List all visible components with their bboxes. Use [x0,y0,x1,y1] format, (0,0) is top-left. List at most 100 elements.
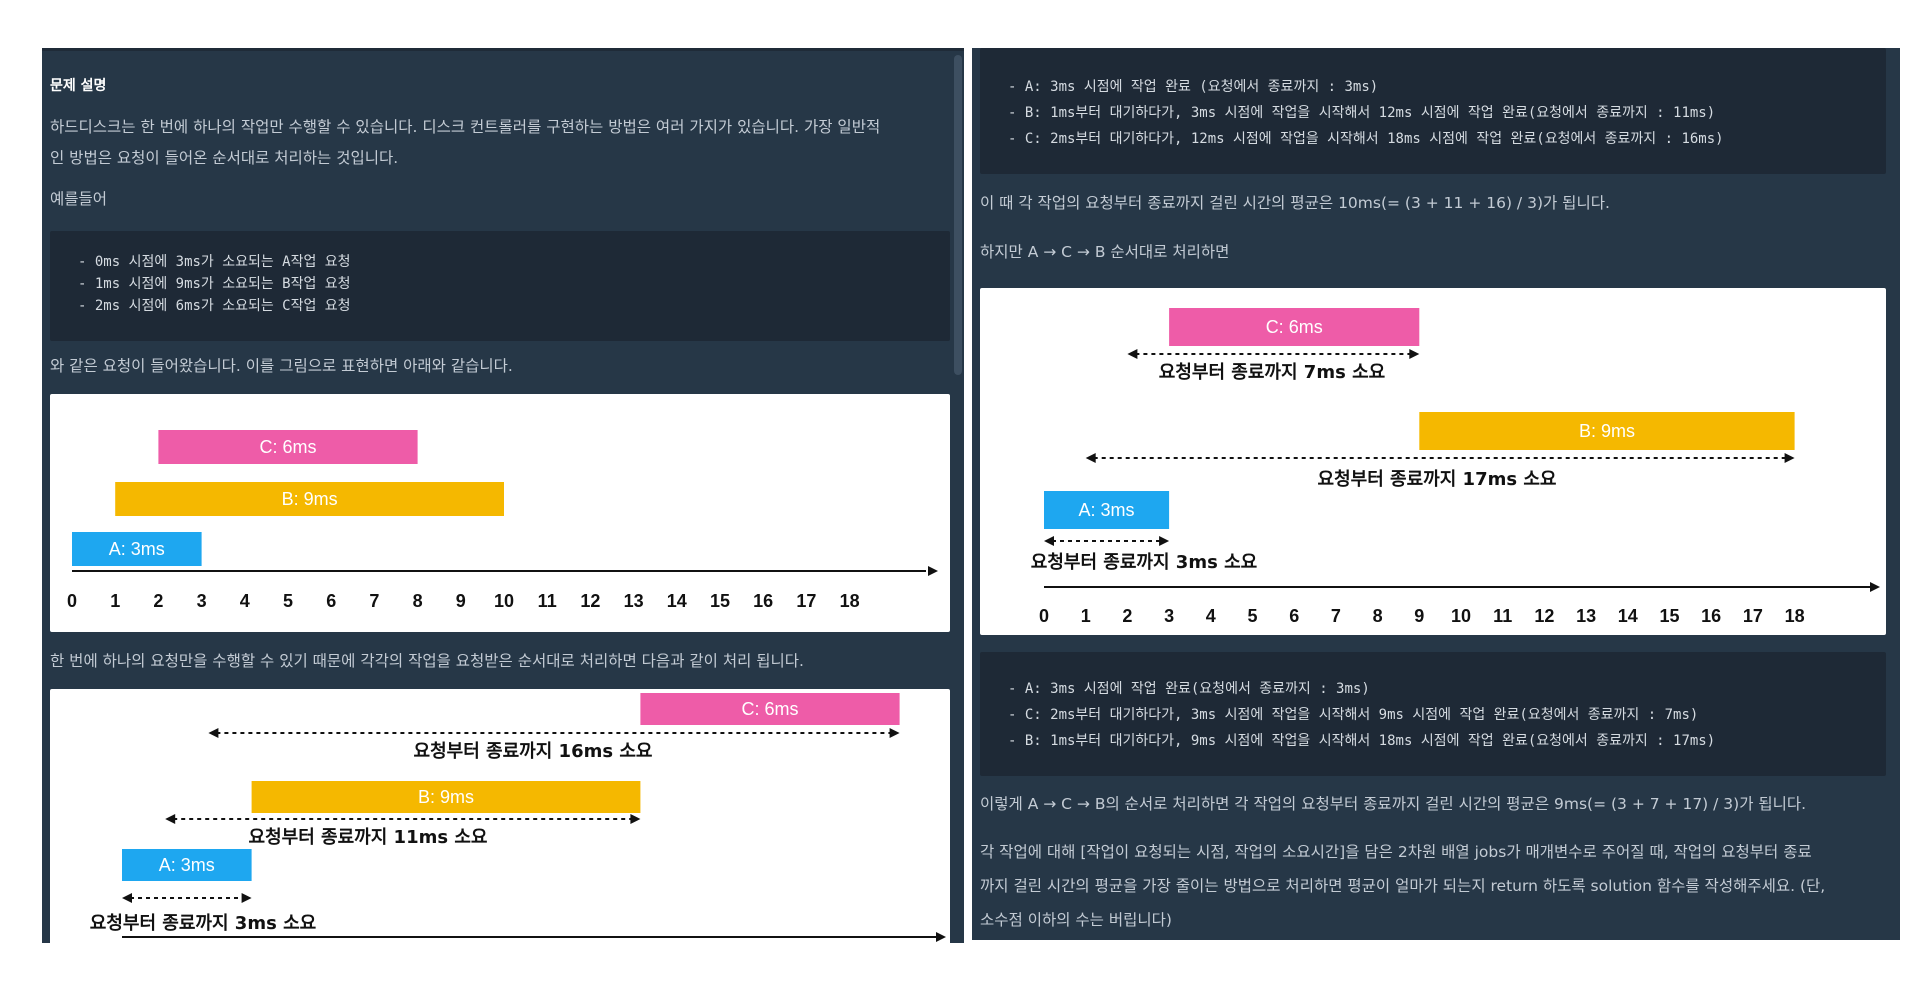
tick-label: 1 [1081,606,1091,626]
tick-label: 7 [369,591,379,611]
time-axis-arrow [928,566,938,576]
code-line: - C: 2ms부터 대기하다가, 12ms 시점에 작업을 시작해서 18ms… [1008,131,1724,147]
tick-label: 7 [1331,606,1341,626]
tick-label: 16 [1701,606,1721,626]
tick-label: 9 [456,591,466,611]
figure-intro: 와 같은 요청이 들어왔습니다. 이를 그림으로 표현하면 아래와 같습니다. [50,357,513,375]
tick-label: 17 [796,591,816,611]
job-bar-label: C: 6ms [1266,317,1323,337]
job-bar-label: A: 3ms [159,855,215,875]
span-arrow-right [630,814,641,824]
code-line: - 1ms 시점에 9ms가 소요되는 B작업 요청 [78,276,351,292]
tick-label: 13 [624,591,644,611]
code-line: - B: 1ms부터 대기하다가, 3ms 시점에 작업을 시작해서 12ms … [1008,105,1716,121]
acb-order-intro: 하지만 A → C → B 순서대로 처리하면 [980,243,1230,261]
span-label: 요청부터 종료까지 7ms 소요 [1159,362,1385,383]
tick-label: 3 [197,591,207,611]
tick-label: 6 [1289,606,1299,626]
acb-processing-chart: C: 6ms B: 9ms A: 3ms 요청부터 종료까지 7ms 소요요청부터 종… [1031,308,1880,626]
tick-label: 4 [1206,606,1216,626]
span-arrow-right [1784,453,1795,463]
span-arrow-left [208,728,219,738]
span-arrow-left [1044,536,1054,546]
span-arrow-left [1085,453,1096,463]
time-axis-arrow [936,932,946,942]
fifo-processing-chart: C: 6ms B: 9ms A: 3ms 요청부터 종료까지 16ms 소요요청부터 … [90,693,946,942]
task-description-line-1: 각 작업에 대해 [작업이 요청되는 시점, 작업의 소요시간]을 담은 2차원… [980,843,1812,861]
job-bar-label: B: 9ms [282,489,338,509]
tick-label: 17 [1743,606,1763,626]
tick-label: 18 [840,591,860,611]
acb-result-code-block: - A: 3ms 시점에 작업 완료(요청에서 종료까지 : 3ms) - C:… [980,652,1886,776]
job-bar-label: C: 6ms [741,699,798,719]
span-arrow-right [1159,536,1170,546]
span-label: 요청부터 종료까지 3ms 소요 [1031,552,1257,573]
left-panel-scrollbar[interactable] [954,55,962,375]
span-label: 요청부터 종료까지 17ms 소요 [1318,469,1557,490]
tick-label: 3 [1164,606,1174,626]
tick-label: 4 [240,591,250,611]
tick-label: 11 [538,591,557,611]
fifo-average-text: 이 때 각 작업의 요청부터 종료까지 걸린 시간의 평균은 10ms(= (3… [980,194,1610,212]
request-code-block: - 0ms 시점에 3ms가 소요되는 A작업 요청 - 1ms 시점에 9ms… [50,231,950,341]
request-timeline-chart: C: 6msB: 9msA: 3ms0 1 2 3 4 5 6 7 8 9 10 11 12 13 14 15… [67,430,938,611]
time-axis-arrow [1870,582,1880,592]
tick-label: 0 [1039,606,1049,626]
section-heading: 문제 설명 [50,78,107,94]
code-line: - A: 3ms 시점에 작업 완료(요청에서 종료까지 : 3ms) [1008,681,1370,697]
code-line: - C: 2ms부터 대기하다가, 3ms 시점에 작업을 시작해서 9ms 시… [1008,707,1699,723]
job-bar-label: C: 6ms [259,437,316,457]
job-bar-label: B: 9ms [1579,421,1635,441]
tick-label: 12 [1534,606,1554,626]
tick-label: 8 [1373,606,1383,626]
tick-label: 16 [753,591,773,611]
span-arrow-left [122,893,132,903]
tick-label: 6 [326,591,336,611]
acb-average-text: 이렇게 A → C → B의 순서로 처리하면 각 작업의 요청부터 종료까지 … [980,795,1807,813]
tick-label: 5 [283,591,293,611]
span-label: 요청부터 종료까지 16ms 소요 [414,741,653,762]
tick-label: 14 [667,591,687,611]
tick-label: 8 [413,591,423,611]
fifo-processing-figure: C: 6ms B: 9ms A: 3ms 요청부터 종료까지 16ms 소요요청부터 … [50,689,950,943]
code-line: - 0ms 시점에 3ms가 소요되는 A작업 요청 [78,254,351,270]
tick-label: 18 [1785,606,1805,626]
tick-label: 2 [1122,606,1132,626]
code-line: - A: 3ms 시점에 작업 완료 (요청에서 종료까지 : 3ms) [1008,79,1379,95]
problem-panel-right: - A: 3ms 시점에 작업 완료 (요청에서 종료까지 : 3ms) - B… [972,48,1900,940]
problem-panel-left: 문제 설명 하드디스크는 한 번에 하나의 작업만 수행할 수 있습니다. 디스… [42,48,964,943]
tick-label: 14 [1618,606,1638,626]
span-arrow-right [1409,349,1420,359]
tick-label: 10 [1451,606,1471,626]
span-arrow-left [1127,349,1138,359]
code-line: - B: 1ms부터 대기하다가, 9ms 시점에 작업을 시작해서 18ms … [1008,733,1716,749]
job-bar-label: B: 9ms [418,787,474,807]
tick-label: 15 [1659,606,1679,626]
example-intro: 예를들어 [50,190,108,208]
span-arrow-right [889,728,900,738]
task-description-line-2: 까지 걸린 시간의 평균을 가장 줄이는 방법으로 처리하면 평균이 얼마가 되… [980,877,1826,895]
job-bar-label: A: 3ms [1079,500,1135,520]
tick-label: 13 [1576,606,1596,626]
acb-processing-figure: C: 6ms B: 9ms A: 3ms 요청부터 종료까지 7ms 소요요청부터 종… [980,288,1886,635]
span-arrow-left [165,814,176,824]
span-label: 요청부터 종료까지 11ms 소요 [249,827,488,848]
job-bar-label: A: 3ms [109,539,165,559]
tick-label: 12 [580,591,600,611]
span-label: 요청부터 종료까지 3ms 소요 [90,913,316,934]
span-arrow-right [241,893,252,903]
tick-label: 5 [1247,606,1257,626]
description-line-2: 인 방법은 요청이 들어온 순서대로 처리하는 것입니다. [50,149,399,167]
description-line-1: 하드디스크는 한 번에 하나의 작업만 수행할 수 있습니다. 디스크 컨트롤러… [50,118,881,136]
fifo-result-code-block: - A: 3ms 시점에 작업 완료 (요청에서 종료까지 : 3ms) - B… [980,48,1886,174]
tick-label: 0 [67,591,77,611]
fifo-intro: 한 번에 하나의 요청만을 수행할 수 있기 때문에 각각의 작업을 요청받은 … [50,652,804,670]
code-line: - 2ms 시점에 6ms가 소요되는 C작업 요청 [78,298,351,314]
task-description-line-3: 소수점 이하의 수는 버립니다) [980,911,1172,929]
tick-label: 10 [494,591,514,611]
request-timeline-figure: C: 6ms B: 9ms A: 3ms 0 1 2 3 4 5 6 7 8 9 10 11 12 13 14 15… [50,394,950,632]
tick-label: 11 [1493,606,1512,626]
tick-label: 15 [710,591,730,611]
tick-label: 2 [153,591,163,611]
tick-label: 9 [1414,606,1424,626]
